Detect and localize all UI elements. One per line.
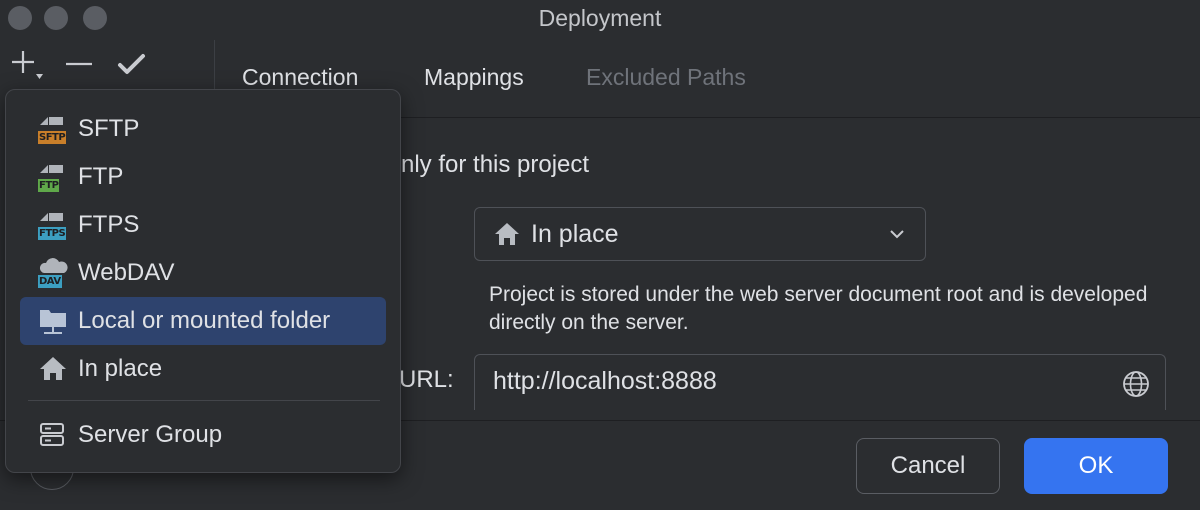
menu-item-label: FTP xyxy=(78,163,124,190)
local-folder-icon xyxy=(38,305,70,337)
chevron-down-icon xyxy=(890,230,904,239)
menu-item-webdav[interactable]: DAV WebDAV xyxy=(20,249,386,297)
tab-excluded-paths[interactable]: Excluded Paths xyxy=(586,64,746,91)
set-default-button[interactable] xyxy=(113,46,149,82)
url-label: URL: xyxy=(399,366,454,393)
type-dropdown[interactable]: In place xyxy=(474,207,926,261)
minus-icon xyxy=(66,62,92,66)
menu-separator xyxy=(28,400,380,401)
menu-item-label: Local or mounted folder xyxy=(78,307,331,334)
tab-mappings[interactable]: Mappings xyxy=(424,64,524,91)
add-server-type-popup: SFTP SFTP FTP FTP FTPS FTPS DAV WebDAV L… xyxy=(5,89,401,473)
home-icon xyxy=(495,223,519,245)
remove-server-button[interactable] xyxy=(60,46,96,82)
menu-item-label: SFTP xyxy=(78,115,140,142)
home-icon xyxy=(38,353,70,385)
ok-button[interactable]: OK xyxy=(1024,438,1168,494)
cancel-button[interactable]: Cancel xyxy=(856,438,1000,494)
menu-item-local-folder[interactable]: Local or mounted folder xyxy=(20,297,386,345)
type-dropdown-value: In place xyxy=(531,219,619,248)
add-server-button[interactable] xyxy=(8,46,46,82)
webdav-icon: DAV xyxy=(38,257,70,289)
tab-connection[interactable]: Connection xyxy=(242,64,358,91)
url-input[interactable]: http://localhost:8888 xyxy=(474,354,1166,410)
title-bar: Deployment xyxy=(0,0,1200,36)
menu-item-sftp[interactable]: SFTP SFTP xyxy=(20,105,386,153)
sftp-icon: SFTP xyxy=(38,113,70,145)
check-icon xyxy=(118,54,145,74)
menu-item-label: FTPS xyxy=(78,211,140,238)
menu-item-label: In place xyxy=(78,355,163,382)
plus-dropdown-icon xyxy=(12,51,43,79)
server-list-toolbar xyxy=(0,40,215,90)
menu-item-ftps[interactable]: FTPS FTPS xyxy=(20,201,386,249)
ftps-icon: FTPS xyxy=(38,209,70,241)
menu-item-in-place[interactable]: In place xyxy=(20,345,386,393)
url-input-value: http://localhost:8888 xyxy=(493,367,717,395)
globe-icon[interactable] xyxy=(1121,369,1151,399)
ftp-icon: FTP xyxy=(38,161,70,193)
menu-item-label: Server Group xyxy=(78,421,223,448)
window-title: Deployment xyxy=(538,5,662,31)
menu-item-label: WebDAV xyxy=(78,259,175,286)
type-description: Project is stored under the web server d… xyxy=(489,283,1148,334)
menu-item-ftp[interactable]: FTP FTP xyxy=(20,153,386,201)
menu-item-server-group[interactable]: Server Group xyxy=(20,411,386,459)
visible-only-for-project-checkbox-label[interactable]: nly for this project xyxy=(401,151,589,179)
server-group-icon xyxy=(38,419,70,451)
